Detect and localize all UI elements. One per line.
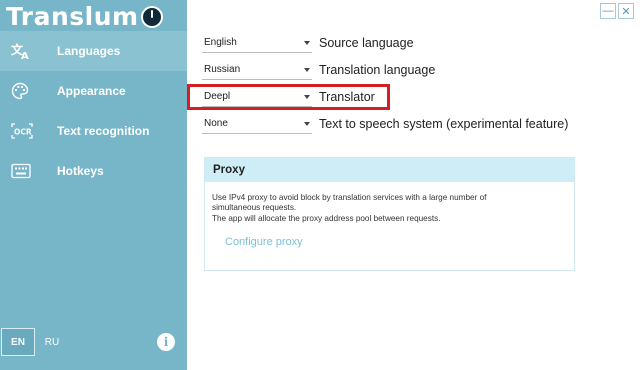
close-button[interactable]: ✕ xyxy=(618,3,634,19)
sidebar-item-languages[interactable]: 文 A Languages xyxy=(0,31,187,71)
app-logo: Translum xyxy=(6,0,163,32)
sidebar-item-hotkeys[interactable]: Hotkeys xyxy=(0,151,187,191)
proxy-description: Use IPv4 proxy to avoid block by transla… xyxy=(205,182,574,224)
info-icon[interactable]: i xyxy=(157,333,175,351)
proxy-panel: Proxy Use IPv4 proxy to avoid block by t… xyxy=(204,157,575,271)
select-value: None xyxy=(204,118,228,129)
source-language-label: Source language xyxy=(319,36,414,50)
proxy-description-line: Use IPv4 proxy to avoid block by transla… xyxy=(212,193,487,202)
text-to-speech-label: Text to speech system (experimental feat… xyxy=(319,117,569,131)
sidebar-item-label: Hotkeys xyxy=(57,164,104,178)
sidebar-item-text-recognition[interactable]: OCR Text recognition xyxy=(0,111,187,151)
svg-text:OCR: OCR xyxy=(14,128,32,137)
app-title: Translum xyxy=(6,1,139,31)
proxy-title: Proxy xyxy=(205,158,574,182)
translation-language-label: Translation language xyxy=(319,63,436,77)
sidebar-item-label: Languages xyxy=(57,44,121,58)
logo-knob-icon xyxy=(140,5,163,28)
sidebar-item-appearance[interactable]: Appearance xyxy=(0,71,187,111)
sidebar-item-label: Text recognition xyxy=(57,124,150,138)
ocr-icon: OCR xyxy=(0,123,57,139)
text-to-speech-select[interactable]: None xyxy=(202,114,312,134)
lang-ru-button[interactable]: RU xyxy=(37,328,67,356)
caret-down-icon xyxy=(304,67,310,72)
proxy-description-line: simultaneous requests. xyxy=(212,203,297,213)
language-switch: EN RU xyxy=(1,328,67,356)
translator-highlight-box xyxy=(187,84,390,110)
translation-language-select[interactable]: Russian xyxy=(202,60,312,80)
select-value: English xyxy=(204,37,237,48)
caret-down-icon xyxy=(304,121,310,126)
select-value: Russian xyxy=(204,64,241,75)
minimize-button[interactable]: — xyxy=(600,3,616,19)
caret-down-icon xyxy=(304,40,310,45)
translate-icon: 文 A xyxy=(0,42,57,60)
source-language-row: English Source language xyxy=(202,33,414,53)
translation-language-row: Russian Translation language xyxy=(202,60,435,80)
lang-en-button[interactable]: EN xyxy=(1,328,35,356)
sidebar-item-label: Appearance xyxy=(57,84,126,98)
sidebar-nav: 文 A Languages Appearance OCR Text recogn… xyxy=(0,31,187,191)
palette-icon xyxy=(0,82,57,100)
text-to-speech-row: None Text to speech system (experimental… xyxy=(202,114,568,134)
keyboard-icon xyxy=(0,163,57,179)
source-language-select[interactable]: English xyxy=(202,33,312,53)
sidebar: Translum 文 A Languages Appearance OCR Te… xyxy=(0,0,187,370)
proxy-description-line: The app will allocate the proxy address … xyxy=(212,213,441,223)
configure-proxy-link[interactable]: Configure proxy xyxy=(225,236,303,248)
window-controls: — ✕ xyxy=(600,3,634,19)
svg-text:A: A xyxy=(21,51,29,60)
